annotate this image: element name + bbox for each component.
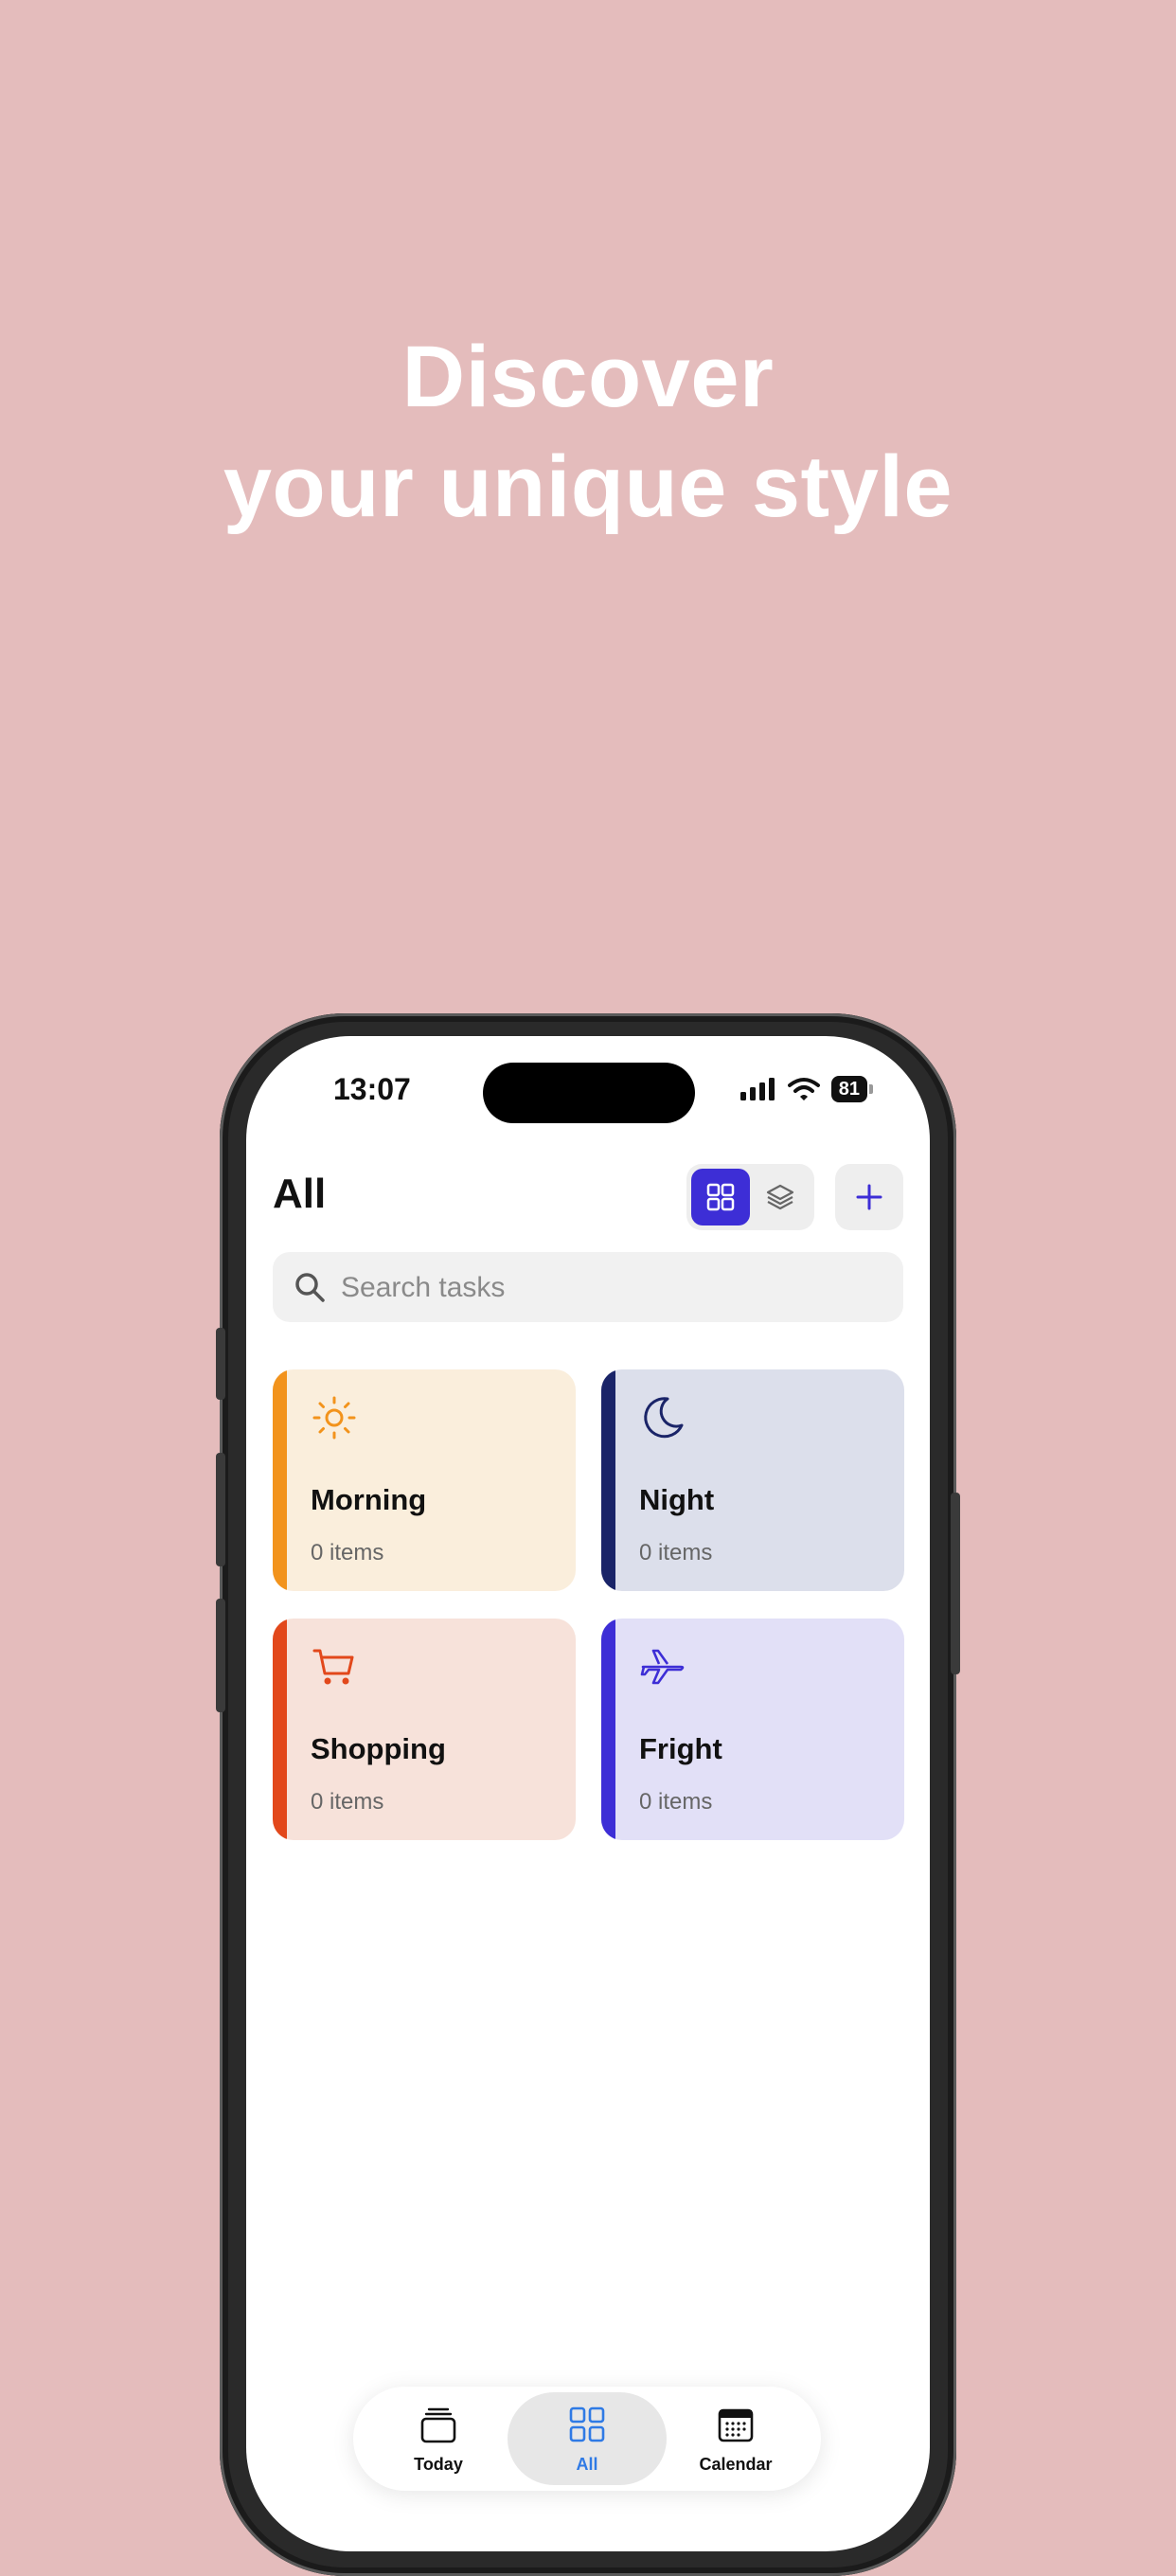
cellular-signal-icon bbox=[739, 1078, 775, 1100]
tab-label: Calendar bbox=[699, 2455, 773, 2474]
battery-indicator: 81 bbox=[830, 1076, 867, 1102]
tab-bar: Today All Calendar bbox=[353, 2387, 821, 2491]
search-icon bbox=[295, 1273, 325, 1302]
stack-view-button[interactable] bbox=[751, 1169, 810, 1225]
headline-line-2: your unique style bbox=[223, 438, 953, 535]
card-accent-bar bbox=[273, 1619, 287, 1840]
page-title: All bbox=[273, 1171, 327, 1217]
headline-line-1: Discover bbox=[401, 329, 775, 425]
grid-icon bbox=[569, 2406, 605, 2442]
tab-label: All bbox=[576, 2455, 598, 2474]
card-item-count: 0 items bbox=[311, 1540, 384, 1565]
list-card-shopping[interactable]: Shopping 0 items bbox=[273, 1619, 576, 1840]
search-bar bbox=[273, 1252, 903, 1324]
cart-icon bbox=[312, 1649, 354, 1685]
card-title: Fright bbox=[639, 1732, 722, 1765]
status-indicators: 81 bbox=[739, 1074, 873, 1104]
phone-screen: 13:07 81 All Search tasks Morning 0 item… bbox=[246, 1036, 930, 2551]
list-card-fright[interactable]: Fright 0 items bbox=[601, 1619, 904, 1840]
phone-volume-up bbox=[216, 1453, 225, 1566]
card-item-count: 0 items bbox=[639, 1789, 713, 1815]
grid-view-button[interactable] bbox=[691, 1169, 750, 1225]
battery-tip bbox=[869, 1084, 873, 1094]
card-accent-bar bbox=[601, 1619, 615, 1840]
list-card-night[interactable]: Night 0 items bbox=[601, 1369, 904, 1591]
list-card-morning[interactable]: Morning 0 items bbox=[273, 1369, 576, 1591]
add-button[interactable] bbox=[835, 1164, 903, 1230]
moon-icon bbox=[644, 1397, 684, 1439]
card-title: Shopping bbox=[311, 1732, 446, 1765]
view-mode-toggle bbox=[686, 1164, 814, 1230]
card-accent-bar bbox=[601, 1369, 615, 1591]
card-accent-bar bbox=[273, 1369, 287, 1591]
phone-action-button bbox=[216, 1328, 225, 1400]
wifi-icon bbox=[787, 1078, 820, 1100]
dynamic-island bbox=[483, 1063, 695, 1123]
card-item-count: 0 items bbox=[639, 1540, 713, 1565]
tab-label: Today bbox=[414, 2455, 463, 2474]
card-title: Morning bbox=[311, 1483, 427, 1516]
card-title: Night bbox=[639, 1483, 715, 1516]
card-item-count: 0 items bbox=[311, 1789, 384, 1815]
phone-volume-down bbox=[216, 1599, 225, 1712]
status-time: 13:07 bbox=[333, 1072, 411, 1106]
sun-icon bbox=[312, 1396, 356, 1440]
tab-all[interactable]: All bbox=[508, 2392, 667, 2485]
plus-icon bbox=[856, 1184, 882, 1210]
airplane-icon bbox=[640, 1649, 685, 1685]
stack-icon bbox=[420, 2407, 456, 2443]
grid-icon bbox=[706, 1183, 735, 1211]
calendar-icon bbox=[718, 2408, 754, 2442]
phone-power-button bbox=[951, 1493, 960, 1674]
tab-today[interactable]: Today bbox=[359, 2392, 518, 2485]
search-input[interactable] bbox=[339, 1252, 892, 1324]
tab-calendar[interactable]: Calendar bbox=[656, 2392, 815, 2485]
headline: Discover your unique style bbox=[0, 322, 1176, 542]
layers-icon bbox=[766, 1184, 794, 1210]
